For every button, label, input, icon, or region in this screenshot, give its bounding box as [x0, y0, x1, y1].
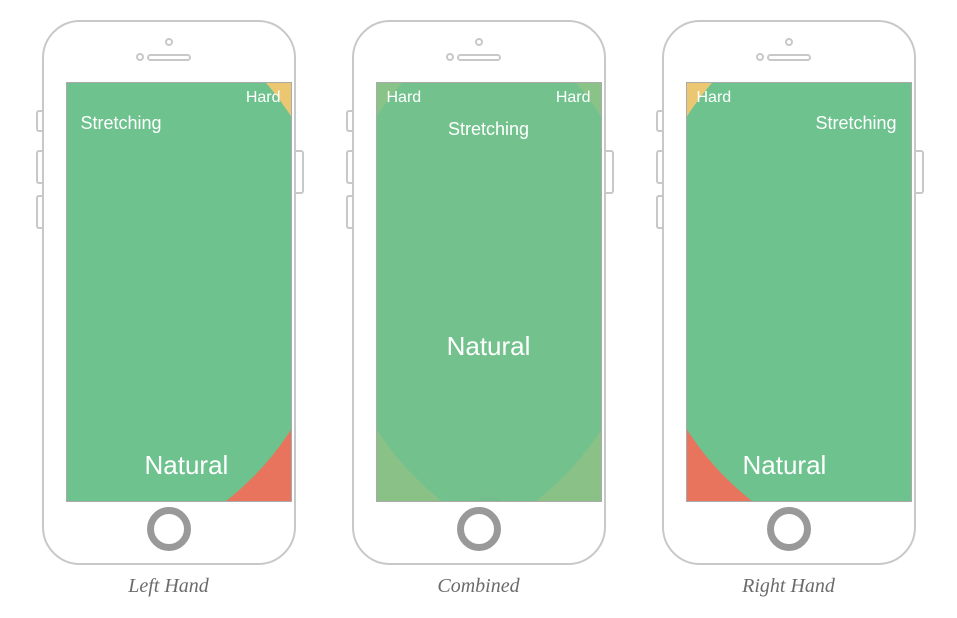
label-stretching: Stretching: [81, 113, 162, 134]
home-button: [767, 507, 811, 551]
label-stretching: Stretching: [815, 113, 896, 134]
camera-dot: [165, 38, 173, 46]
caption-combined: Combined: [437, 575, 519, 598]
zone-natural: [686, 82, 912, 502]
earpiece: [767, 54, 811, 61]
phone-left-column: Hard Stretching Natural Left Hand: [34, 20, 304, 598]
phone-body: Hard Stretching Natural: [42, 20, 296, 565]
camera-dot: [785, 38, 793, 46]
earpiece: [457, 54, 501, 61]
sensor-dot: [446, 53, 454, 61]
label-hard-right: Hard: [556, 89, 591, 107]
diagram-container: Hard Stretching Natural Left Hand: [34, 20, 924, 598]
home-button: [147, 507, 191, 551]
label-hard: Hard: [246, 89, 281, 107]
label-natural: Natural: [743, 450, 827, 481]
label-stretching: Stretching: [448, 119, 529, 140]
caption-right: Right Hand: [742, 575, 835, 598]
phone-right-column: Hard Stretching Natural Right Hand: [654, 20, 924, 598]
caption-left: Left Hand: [128, 575, 209, 598]
label-natural: Natural: [145, 450, 229, 481]
sensor-dot: [136, 53, 144, 61]
power-button: [916, 150, 924, 194]
phone-body: Hard Stretching Natural: [662, 20, 916, 565]
screen-left: Hard Stretching Natural: [66, 82, 292, 502]
sensor-dot: [756, 53, 764, 61]
power-button: [296, 150, 304, 194]
screen-right: Hard Stretching Natural: [686, 82, 912, 502]
phone-combined-column: Hard Hard Stretching Natural Combined: [344, 20, 614, 598]
label-natural: Natural: [447, 331, 531, 362]
camera-dot: [475, 38, 483, 46]
phone-left: Hard Stretching Natural: [34, 20, 304, 565]
phone-right: Hard Stretching Natural: [654, 20, 924, 565]
phone-combined: Hard Hard Stretching Natural: [344, 20, 614, 565]
zone-natural: [66, 82, 292, 502]
earpiece: [147, 54, 191, 61]
screen-combined: Hard Hard Stretching Natural: [376, 82, 602, 502]
home-button: [457, 507, 501, 551]
power-button: [606, 150, 614, 194]
zone-natural-r: [376, 82, 602, 502]
label-hard-left: Hard: [387, 89, 422, 107]
phone-body: Hard Hard Stretching Natural: [352, 20, 606, 565]
label-hard: Hard: [697, 89, 732, 107]
